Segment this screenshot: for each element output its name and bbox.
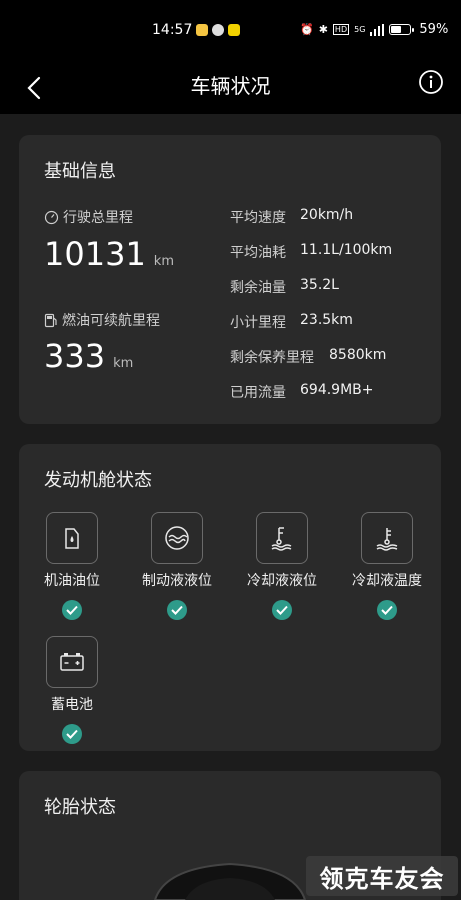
check-ok-icon <box>377 600 397 620</box>
watermark-logo: 领克车友会 <box>306 856 458 896</box>
5g-icon: 5G <box>354 25 366 34</box>
oil-can-icon <box>46 512 98 564</box>
fuel-range-number: 333 <box>44 337 106 375</box>
fuel-range-label-text: 燃油可续航里程 <box>62 313 160 329</box>
detail-average-speed: 平均速度 20km/h <box>230 207 353 227</box>
odometer-icon <box>44 210 59 224</box>
fuel-range-value: 333 km <box>44 337 133 375</box>
detail-value: 20km/h <box>300 207 354 223</box>
bluetooth-icon: ✱ <box>318 23 328 36</box>
battery-percent: 59% <box>419 22 449 37</box>
check-ok-icon <box>62 724 82 744</box>
detail-maintenance-mileage: 剩余保养里程 8580km <box>230 347 386 367</box>
battery-fill <box>391 26 402 33</box>
basic-info-title: 基础信息 <box>44 161 116 182</box>
fuel-pump-icon <box>44 313 57 327</box>
header: 车辆状况 <box>0 62 461 114</box>
notification-app-icon <box>212 24 224 36</box>
notification-app-icon <box>228 24 240 36</box>
engine-item-label: 冷却液液位 <box>247 573 317 589</box>
engine-bay-card: 发动机舱状态 机油油位 制动液液位 冷却液液位 冷却液温度 蓄电池 <box>19 444 441 751</box>
coolant-temperature-icon <box>361 512 413 564</box>
coolant-level-icon <box>256 512 308 564</box>
detail-key: 平均油耗 <box>230 245 286 261</box>
engine-item-coolant-temperature[interactable]: 冷却液温度 <box>337 512 437 620</box>
detail-key: 平均速度 <box>230 210 286 226</box>
alarm-icon: ⏰ <box>300 23 314 36</box>
tire-status-title: 轮胎状态 <box>44 797 116 818</box>
engine-item-label: 制动液液位 <box>142 573 212 589</box>
detail-key: 已用流量 <box>230 385 286 401</box>
battery-tip <box>412 28 415 32</box>
engine-item-oil-level[interactable]: 机油油位 <box>22 512 122 620</box>
fuel-range-label: 燃油可续航里程 <box>44 310 160 330</box>
check-ok-icon <box>272 600 292 620</box>
engine-item-label: 蓄电池 <box>51 697 93 713</box>
detail-trip-mileage: 小计里程 23.5km <box>230 312 353 332</box>
status-time: 14:57 <box>152 22 193 38</box>
total-mileage-value: 10131 km <box>44 235 174 273</box>
total-mileage-label-text: 行驶总里程 <box>63 210 133 226</box>
detail-value: 23.5km <box>300 312 353 328</box>
notification-icons <box>196 24 240 36</box>
info-button[interactable] <box>418 69 444 95</box>
engine-item-brake-fluid[interactable]: 制动液液位 <box>127 512 227 620</box>
basic-info-card: 基础信息 行驶总里程 10131 km 燃油可续航里程 333 km 平均速度 20… <box>19 135 441 424</box>
engine-item-label: 冷却液温度 <box>352 573 422 589</box>
check-ok-icon <box>62 600 82 620</box>
battery-icon <box>389 24 415 35</box>
detail-value: 694.9MB+ <box>300 382 374 398</box>
engine-item-battery[interactable]: 蓄电池 <box>22 636 122 744</box>
status-bar: 14:57 ⏰ ✱ HD 5G 59% <box>0 0 461 62</box>
car-top-view-image <box>153 862 307 900</box>
engine-item-coolant-level[interactable]: 冷却液液位 <box>232 512 332 620</box>
info-icon <box>419 70 443 94</box>
check-ok-icon <box>167 600 187 620</box>
page-title: 车辆状况 <box>190 74 271 98</box>
detail-value: 8580km <box>329 347 387 363</box>
hd-icon: HD <box>332 24 350 35</box>
detail-average-fuel-consumption: 平均油耗 11.1L/100km <box>230 242 392 262</box>
detail-key: 剩余保养里程 <box>230 350 314 366</box>
brake-fluid-icon <box>151 512 203 564</box>
detail-value: 11.1L/100km <box>300 242 393 258</box>
fuel-range-unit: km <box>113 356 134 371</box>
status-right: ⏰ ✱ HD 5G 59% <box>300 22 448 37</box>
car-battery-icon <box>46 636 98 688</box>
total-mileage-unit: km <box>153 254 174 269</box>
notification-app-icon <box>196 24 208 36</box>
total-mileage-label: 行驶总里程 <box>44 207 133 227</box>
engine-item-label: 机油油位 <box>44 573 100 589</box>
detail-key: 剩余油量 <box>230 280 286 296</box>
engine-bay-title: 发动机舱状态 <box>44 470 152 491</box>
detail-key: 小计里程 <box>230 315 286 331</box>
total-mileage-number: 10131 <box>44 235 146 273</box>
detail-value: 35.2L <box>300 277 339 293</box>
detail-remaining-fuel: 剩余油量 35.2L <box>230 277 339 297</box>
signal-icon <box>370 23 385 36</box>
detail-data-usage: 已用流量 694.9MB+ <box>230 382 374 402</box>
